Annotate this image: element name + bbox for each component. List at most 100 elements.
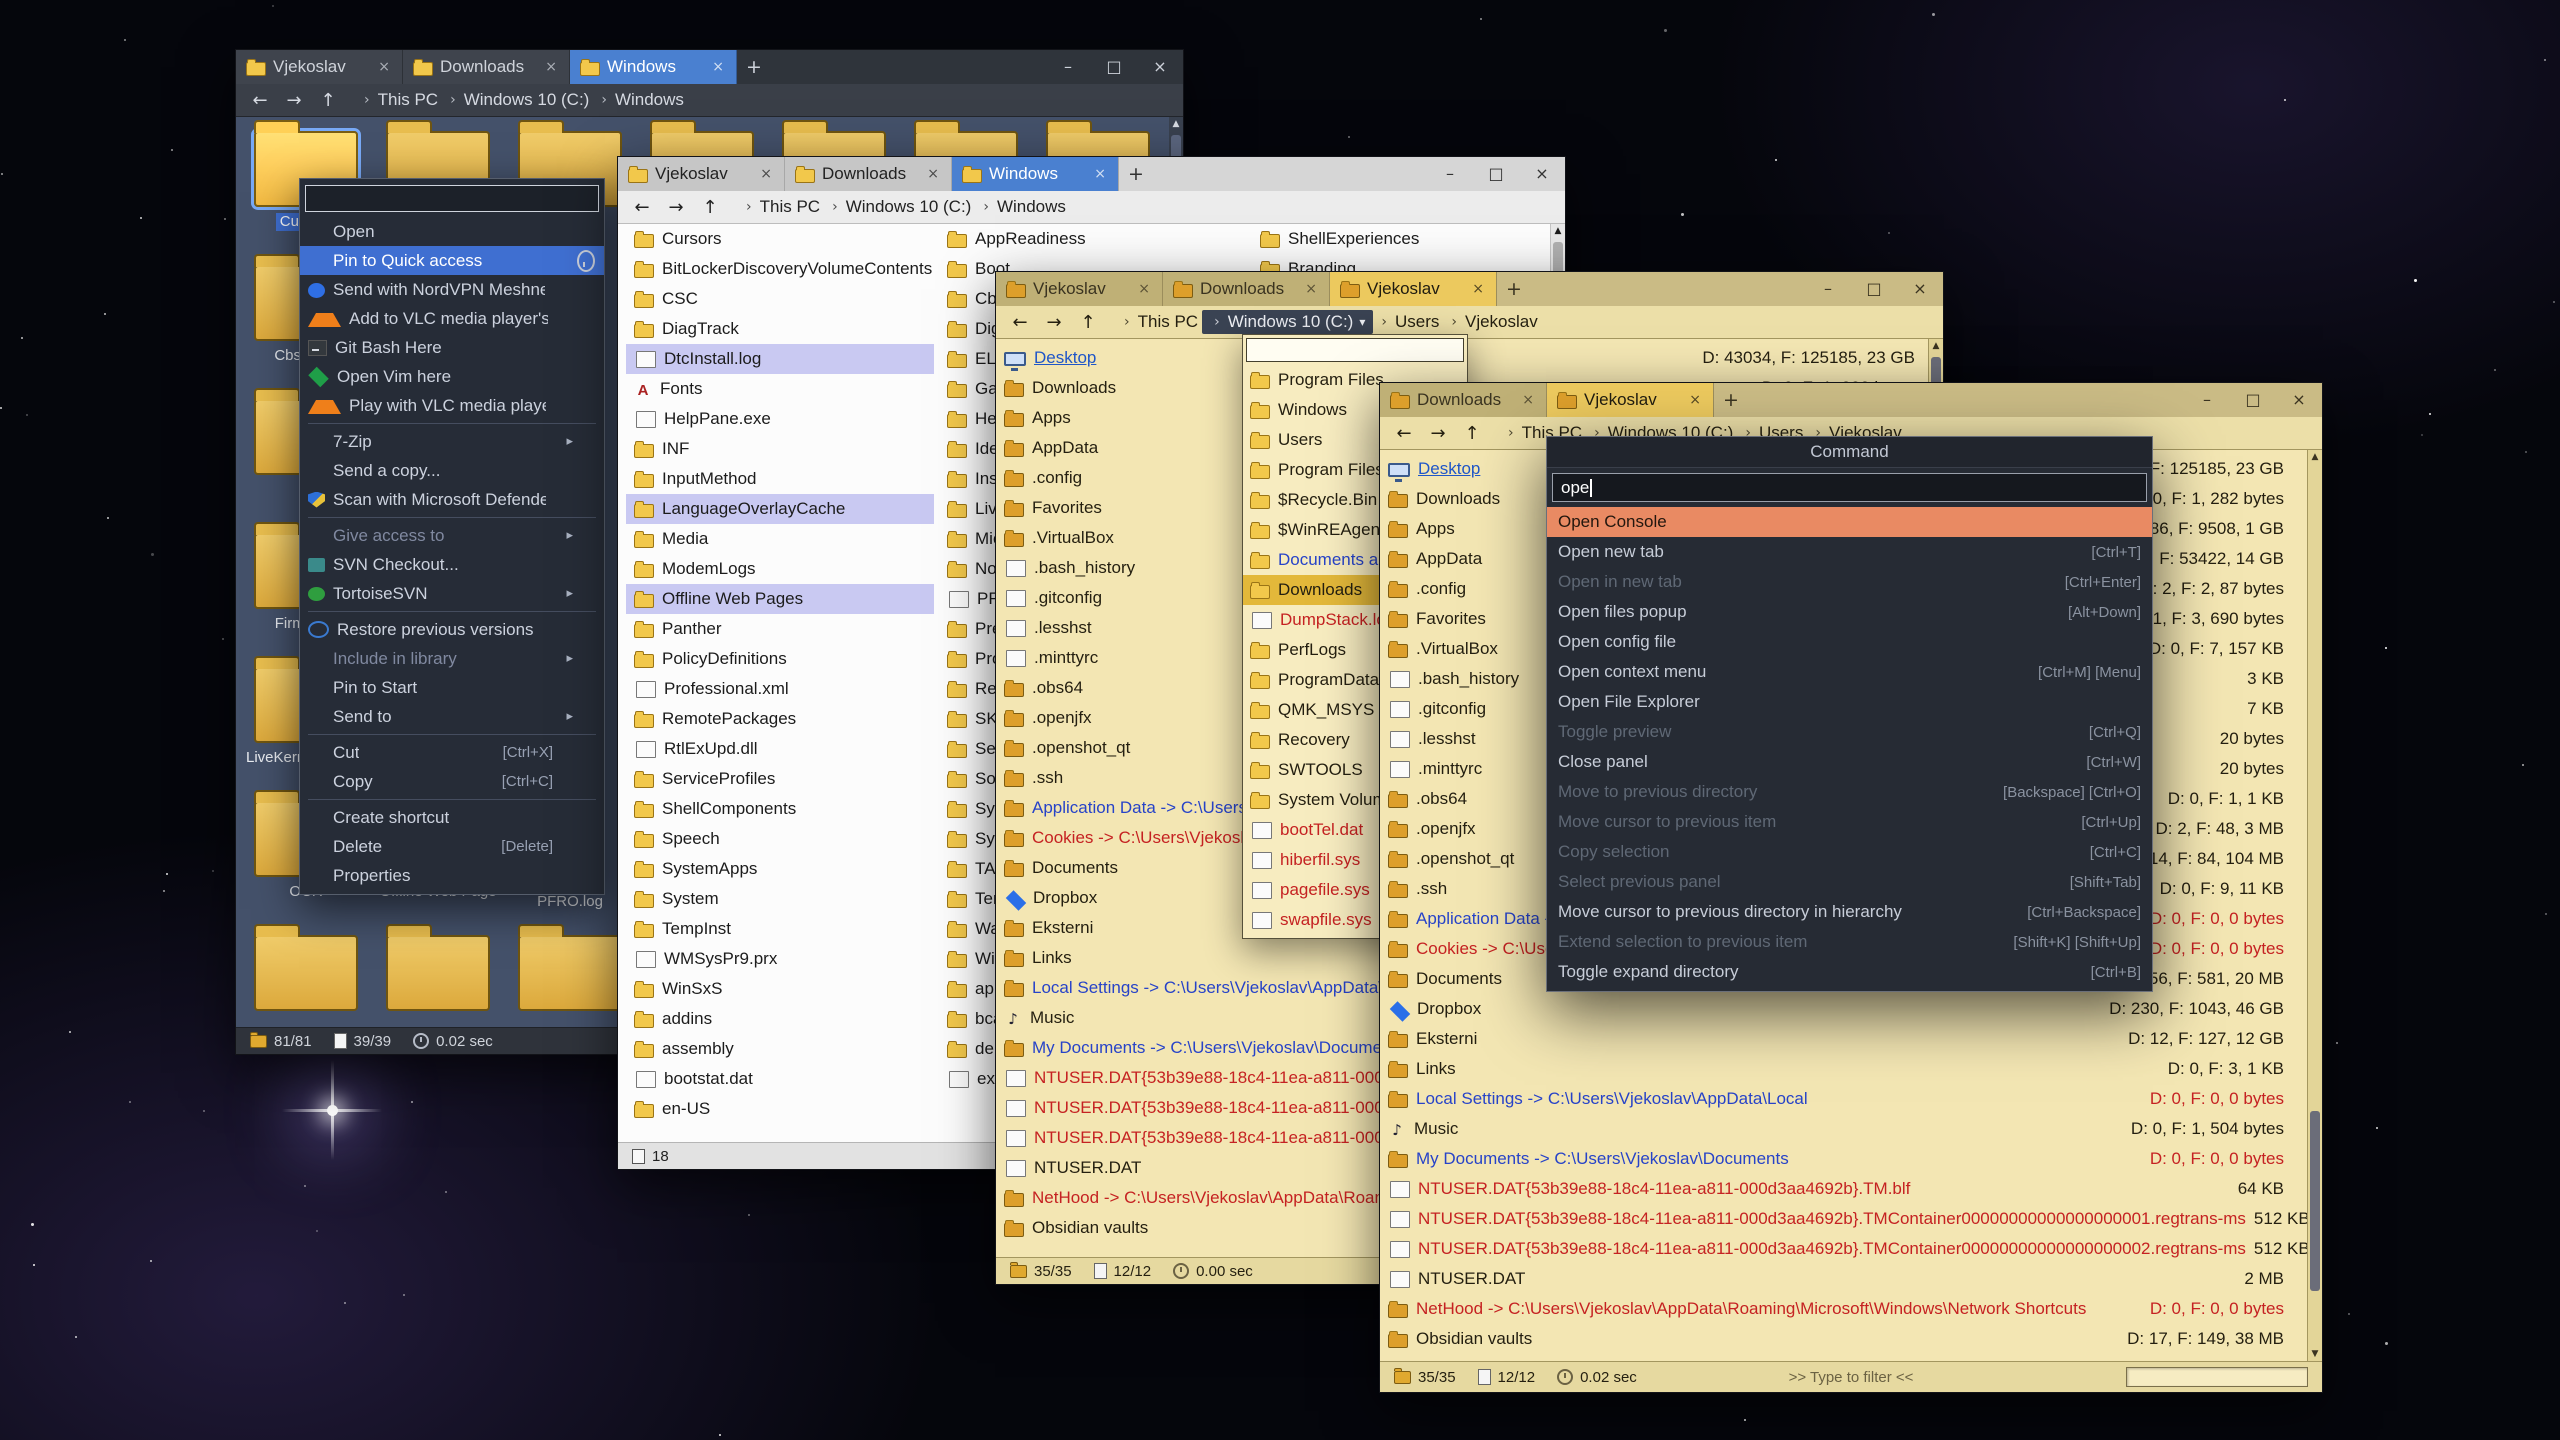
file-row[interactable]: WMSysPr9.prx [626, 944, 934, 974]
file-row[interactable]: Media [626, 524, 934, 554]
context-menu-item[interactable]: SVN Checkout... [300, 550, 604, 579]
tab[interactable]: Vjekoslav × [236, 50, 403, 84]
context-menu-item[interactable]: Send with NordVPN Meshnet [300, 275, 604, 304]
breadcrumb-item[interactable]: › Windows 10 (C:) ▾ [824, 195, 975, 219]
breadcrumb-item[interactable]: › Windows ▾ [593, 88, 688, 112]
context-menu-item[interactable]: Create shortcut [300, 803, 604, 832]
file-row[interactable]: Desktop D: 43034, F: 125185, 23 GB [996, 343, 1943, 373]
titlebar-drag-area[interactable] [771, 50, 1045, 84]
file-row[interactable]: HelpPane.exe [626, 404, 934, 434]
tab[interactable]: Vjekoslav × [1330, 272, 1497, 306]
file-row[interactable]: assembly [626, 1034, 934, 1064]
new-tab-button[interactable]: + [737, 50, 771, 84]
context-menu-item[interactable]: Include in library ▸ [300, 644, 604, 673]
file-row[interactable]: bootstat.dat [626, 1064, 934, 1094]
tab[interactable]: Vjekoslav × [996, 272, 1163, 306]
command-item[interactable]: Open files popup [Alt+Down] [1547, 597, 2152, 627]
context-menu-item[interactable]: Git Bash Here [300, 333, 604, 362]
tab[interactable]: Vjekoslav × [618, 157, 785, 191]
file-row[interactable]: NetHood -> C:\Users\Vjekoslav\AppData\Ro… [1380, 1294, 2322, 1324]
maximize-button[interactable]: □ [1091, 50, 1137, 84]
minimize-button[interactable]: – [1805, 272, 1851, 306]
command-item[interactable]: Toggle preview [Ctrl+Q] [1547, 717, 2152, 747]
tab[interactable]: Windows × [570, 50, 737, 84]
context-menu-item[interactable]: Send a copy... [300, 456, 604, 485]
tab-close-icon[interactable]: × [1303, 281, 1319, 297]
file-row[interactable]: Fonts [626, 374, 934, 404]
close-button[interactable]: × [1897, 272, 1943, 306]
status-filter-input[interactable] [2126, 1367, 2308, 1387]
context-menu-item[interactable] [308, 734, 596, 735]
breadcrumb-item[interactable]: › Windows ▾ [975, 195, 1070, 219]
context-menu-item[interactable]: TortoiseSVN ▸ [300, 579, 604, 608]
command-item[interactable]: Copy selection [Ctrl+C] [1547, 837, 2152, 867]
forward-button[interactable]: → [1042, 312, 1066, 333]
file-row[interactable]: NTUSER.DAT{53b39e88-18c4-11ea-a811-000d3… [1380, 1204, 2322, 1234]
context-menu-item[interactable]: Open [300, 217, 604, 246]
titlebar-drag-area[interactable] [1153, 157, 1427, 191]
context-menu-item[interactable]: Copy [Ctrl+C] [300, 767, 604, 796]
file-row[interactable]: NTUSER.DAT{53b39e88-18c4-11ea-a811-000d3… [1380, 1234, 2322, 1264]
maximize-button[interactable]: □ [1851, 272, 1897, 306]
context-menu-item[interactable]: Pin to Quick access [300, 246, 604, 275]
dropdown-filter-input[interactable] [1246, 338, 1464, 362]
file-row[interactable]: NTUSER.DAT{53b39e88-18c4-11ea-a811-000d3… [1380, 1174, 2322, 1204]
tab-close-icon[interactable]: × [1520, 392, 1536, 408]
context-menu-item[interactable]: Scan with Microsoft Defender... [300, 485, 604, 514]
file-row[interactable]: en-US [626, 1094, 934, 1124]
up-button[interactable]: ↑ [698, 197, 722, 218]
command-item[interactable]: Close panel [Ctrl+W] [1547, 747, 2152, 777]
tab-close-icon[interactable]: × [925, 166, 941, 182]
tab-close-icon[interactable]: × [1092, 166, 1108, 182]
context-menu-item[interactable]: Play with VLC media player [300, 391, 604, 420]
close-button[interactable]: × [1519, 157, 1565, 191]
scroll-thumb[interactable] [2310, 1111, 2320, 1291]
breadcrumb-item[interactable]: › This PC ▾ [738, 195, 824, 219]
scroll-down-icon[interactable]: ▼ [2312, 1347, 2319, 1361]
context-menu-item[interactable] [308, 799, 596, 800]
command-item[interactable]: Move cursor to previous directory in hie… [1547, 897, 2152, 927]
file-row[interactable]: Offline Web Pages [626, 584, 934, 614]
file-row[interactable]: addins [626, 1004, 934, 1034]
file-row[interactable]: RemotePackages [626, 704, 934, 734]
command-item[interactable]: Open File Explorer [1547, 687, 2152, 717]
up-button[interactable]: ↑ [316, 90, 340, 111]
context-menu-item[interactable]: Add to VLC media player's Playlist [300, 304, 604, 333]
file-row[interactable]: NTUSER.DAT 2 MB [1380, 1264, 2322, 1294]
minimize-button[interactable]: – [1427, 157, 1473, 191]
command-item[interactable]: Select previous panel [Shift+Tab] [1547, 867, 2152, 897]
new-tab-button[interactable]: + [1497, 272, 1531, 306]
back-button[interactable]: ← [1392, 423, 1416, 444]
breadcrumb-item[interactable]: › Windows 10 (C:) ▾ [1202, 310, 1373, 334]
titlebar[interactable]: Vjekoslav × Downloads × Windows × + – [618, 157, 1565, 191]
file-row[interactable]: Music D: 0, F: 1, 504 bytes [1380, 1114, 2322, 1144]
file-row[interactable]: ShellComponents [626, 794, 934, 824]
file-row[interactable]: My Documents -> C:\Users\Vjekoslav\Docum… [1380, 1144, 2322, 1174]
forward-button[interactable]: → [1426, 423, 1450, 444]
grid-item[interactable] [246, 935, 366, 1017]
grid-item[interactable] [378, 935, 498, 1017]
tab-close-icon[interactable]: × [710, 59, 726, 75]
titlebar-drag-area[interactable] [1748, 383, 2184, 417]
file-row[interactable]: Obsidian vaults D: 17, F: 149, 38 MB [1380, 1324, 2322, 1354]
close-button[interactable]: × [2276, 383, 2322, 417]
context-menu-item[interactable]: Open Vim here [300, 362, 604, 391]
file-row[interactable]: WinSxS [626, 974, 934, 1004]
tab[interactable]: Vjekoslav × [1547, 383, 1714, 417]
context-menu-item[interactable]: Properties [300, 861, 604, 890]
scroll-up-icon[interactable]: ▲ [1555, 224, 1562, 238]
grid-item[interactable] [510, 935, 630, 1017]
file-row[interactable]: SystemApps [626, 854, 934, 884]
file-row[interactable]: DiagTrack [626, 314, 934, 344]
file-row[interactable]: AppReadiness [939, 224, 1247, 254]
up-button[interactable]: ↑ [1076, 312, 1100, 333]
file-row[interactable]: System [626, 884, 934, 914]
minimize-button[interactable]: – [1045, 50, 1091, 84]
breadcrumb-item[interactable]: › Vjekoslav ▾ [1443, 310, 1541, 334]
file-row[interactable]: Dropbox D: 230, F: 1043, 46 GB [1380, 994, 2322, 1024]
maximize-button[interactable]: □ [1473, 157, 1519, 191]
command-item[interactable]: Open new tab [Ctrl+T] [1547, 537, 2152, 567]
tab-close-icon[interactable]: × [1470, 281, 1486, 297]
titlebar[interactable]: Vjekoslav × Downloads × Windows × + – [236, 50, 1183, 84]
back-button[interactable]: ← [630, 197, 654, 218]
